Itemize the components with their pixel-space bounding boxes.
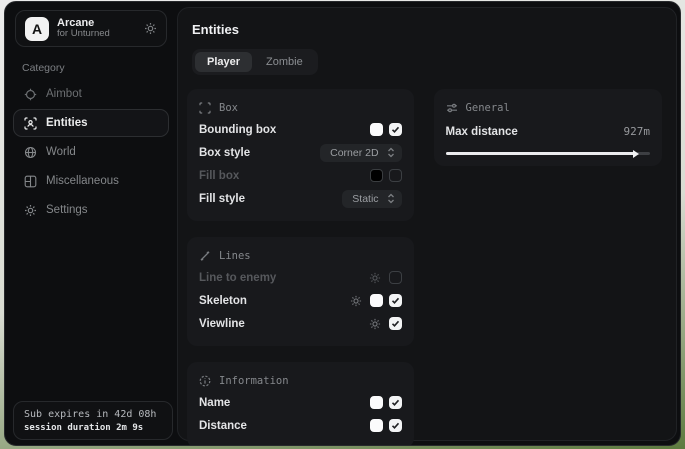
sidebar-item-world[interactable]: World — [13, 138, 169, 166]
sidebar-item-label: Settings — [46, 204, 88, 216]
tab-zombie[interactable]: Zombie — [254, 52, 315, 72]
row-fill-style: Fill style Static — [199, 187, 402, 210]
sidebar-item-label: Aimbot — [46, 88, 82, 100]
slider-thumb[interactable] — [633, 150, 639, 158]
fill-style-dropdown[interactable]: Static — [342, 190, 401, 208]
crosshair-icon — [24, 88, 37, 101]
checkbox-checked[interactable] — [389, 294, 402, 307]
checkbox-checked[interactable] — [389, 317, 402, 330]
box-section: Box Bounding box Box style — [187, 89, 414, 221]
max-distance-value: 927m — [624, 125, 651, 138]
main-panel: Entities Player Zombie Box — [177, 7, 677, 441]
row-fill-box: Fill box — [199, 164, 402, 187]
gear-icon — [24, 204, 37, 217]
row-settings-gear-icon[interactable] — [369, 318, 381, 330]
row-line-to-enemy: Line to enemy — [199, 266, 402, 289]
sliders-icon — [446, 102, 458, 114]
color-swatch[interactable] — [370, 294, 383, 307]
section-title: Box — [219, 102, 238, 114]
row-bounding-box: Bounding box — [199, 118, 402, 141]
row-name: Name — [199, 391, 402, 414]
sidebar-item-label: Entities — [46, 117, 88, 129]
subscription-info-box: Sub expires in 42d 08h session duration … — [13, 401, 173, 440]
row-max-distance: Max distance 927m — [446, 120, 650, 143]
max-distance-slider[interactable] — [446, 152, 650, 155]
brand-subtitle: for Unturned — [57, 29, 136, 40]
general-section: General Max distance 927m — [434, 89, 662, 166]
color-swatch[interactable] — [370, 123, 383, 136]
chevron-updown-icon — [386, 193, 396, 204]
layout-grid-icon — [24, 175, 37, 188]
entity-tabs: Player Zombie — [192, 49, 318, 75]
row-settings-gear-icon[interactable] — [350, 295, 362, 307]
info-icon — [199, 375, 211, 387]
sidebar-item-settings[interactable]: Settings — [13, 196, 169, 224]
session-duration-text: session duration 2m 9s — [24, 423, 162, 433]
checkbox-checked[interactable] — [389, 123, 402, 136]
color-swatch[interactable] — [370, 396, 383, 409]
settings-gear-icon[interactable] — [144, 22, 157, 35]
tab-player[interactable]: Player — [195, 52, 252, 72]
section-title: Information — [219, 375, 289, 387]
globe-icon — [24, 146, 37, 159]
sidebar-item-aimbot[interactable]: Aimbot — [13, 80, 169, 108]
checkbox-unchecked[interactable] — [389, 271, 402, 284]
slider-fill — [446, 152, 636, 155]
sidebar: A Arcane for Unturned Category — [5, 2, 177, 445]
chevron-updown-icon — [386, 147, 396, 158]
box-corners-icon — [199, 102, 211, 114]
box-style-dropdown[interactable]: Corner 2D — [320, 144, 401, 162]
row-distance: Distance — [199, 414, 402, 437]
brand-card: A Arcane for Unturned — [15, 10, 167, 47]
row-viewline: Viewline — [199, 312, 402, 335]
category-label: Category — [22, 62, 177, 74]
page-title: Entities — [192, 22, 662, 37]
color-swatch[interactable] — [370, 419, 383, 432]
section-title: General — [466, 102, 510, 114]
sidebar-item-entities[interactable]: Entities — [13, 109, 169, 137]
app-window: A Arcane for Unturned Category — [4, 1, 681, 446]
sidebar-item-label: World — [46, 146, 76, 158]
lines-section: Lines Line to enemy — [187, 237, 414, 346]
sidebar-item-label: Miscellaneous — [46, 175, 119, 187]
sidebar-item-miscellaneous[interactable]: Miscellaneous — [13, 167, 169, 195]
information-section: Information Name Distance — [187, 362, 414, 446]
brand-logo: A — [25, 17, 49, 41]
row-skeleton: Skeleton — [199, 289, 402, 312]
section-title: Lines — [219, 250, 251, 262]
row-settings-gear-icon[interactable] — [369, 272, 381, 284]
row-box-style: Box style Corner 2D — [199, 141, 402, 164]
sidebar-nav: Aimbot Entities — [5, 80, 177, 224]
color-swatch[interactable] — [370, 169, 383, 182]
diagonal-line-icon — [199, 250, 211, 262]
checkbox-checked[interactable] — [389, 419, 402, 432]
checkbox-unchecked[interactable] — [389, 169, 402, 182]
checkbox-checked[interactable] — [389, 396, 402, 409]
sub-expires-text: Sub expires in 42d 08h — [24, 409, 162, 420]
entities-scan-icon — [24, 117, 37, 130]
